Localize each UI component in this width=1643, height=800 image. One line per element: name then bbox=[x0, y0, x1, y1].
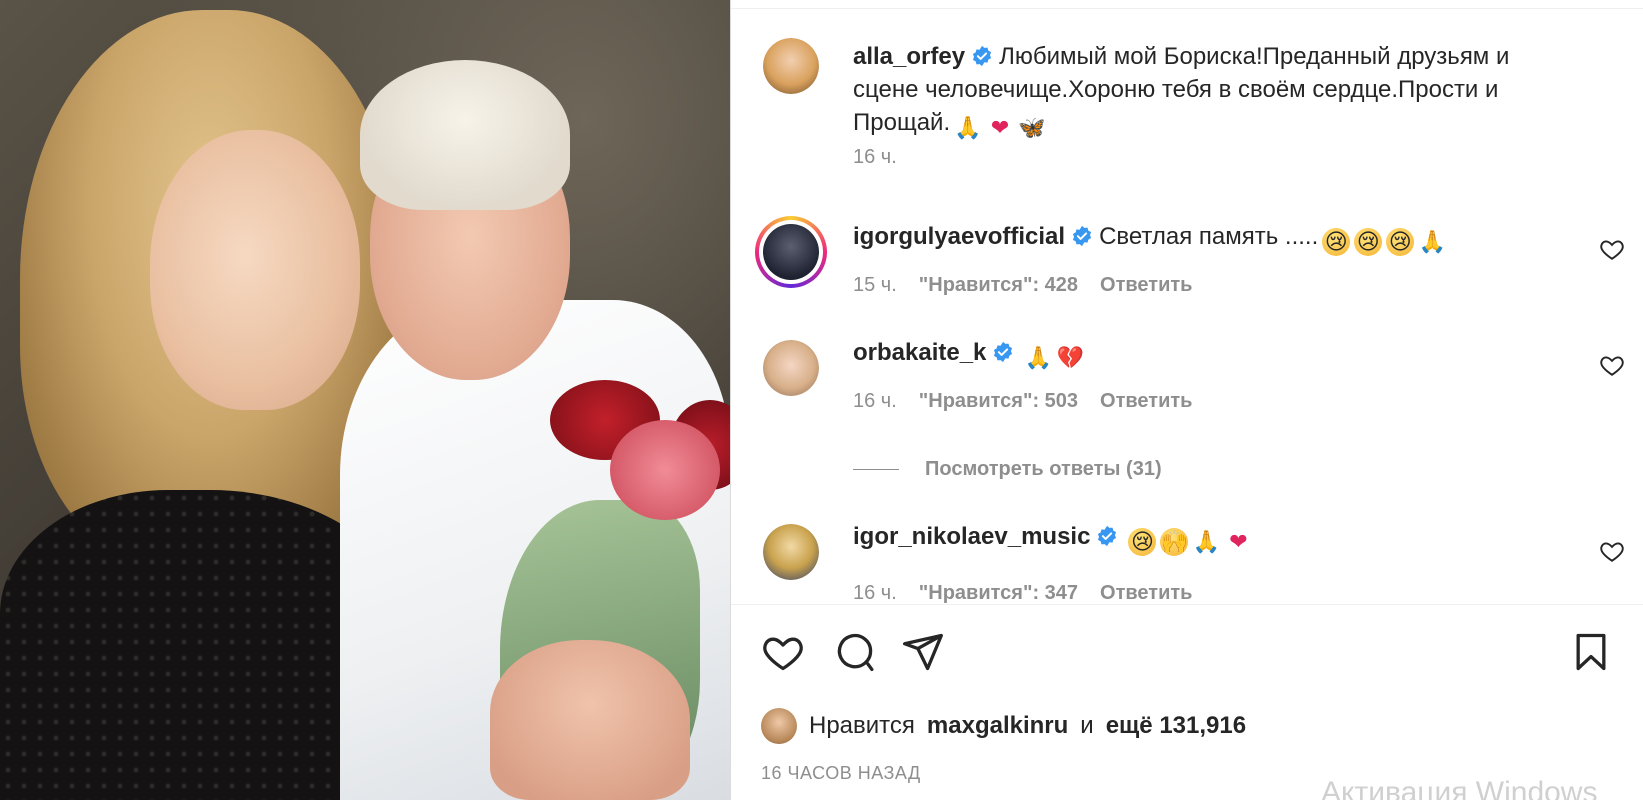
photo-figure-face bbox=[150, 130, 360, 410]
comment-likes[interactable]: "Нравится": 347 bbox=[919, 582, 1078, 603]
pray-emoji: 🙏 bbox=[954, 115, 982, 140]
avatar-image bbox=[763, 524, 819, 580]
post-viewer: alla_orfey Любимый мой Бориска!Преданный … bbox=[0, 0, 1643, 800]
comment-time[interactable]: 16 ч. bbox=[853, 582, 897, 603]
comment-row: igor_nikolaev_music 😢 🙌 🙏 ❤ bbox=[853, 520, 1252, 556]
likes-prefix: Нравится bbox=[809, 712, 915, 739]
comment-text: Светлая память ..... bbox=[1099, 223, 1319, 250]
top-border bbox=[731, 8, 1643, 9]
view-replies-label: Посмотреть ответы (31) bbox=[925, 458, 1162, 480]
sad-emoji: 😢 bbox=[1354, 228, 1383, 256]
sad-emoji: 😢 bbox=[1322, 228, 1351, 256]
caption-meta: 16 ч. bbox=[853, 146, 897, 169]
avatar[interactable] bbox=[763, 524, 819, 580]
comment-time[interactable]: 16 ч. bbox=[853, 390, 897, 413]
photo-figure-hair-2 bbox=[360, 60, 570, 210]
caption-text-block: alla_orfey Любимый мой Бориска!Преданный … bbox=[853, 40, 1573, 142]
likes-count[interactable]: ещё 131,916 bbox=[1106, 712, 1246, 740]
raised-hands-emoji: 🙌 bbox=[1160, 528, 1189, 556]
likes-middle: и bbox=[1080, 712, 1094, 739]
replies-line bbox=[853, 469, 899, 470]
post-photo[interactable] bbox=[0, 0, 730, 800]
liker-username[interactable]: maxgalkinru bbox=[927, 712, 1068, 740]
comments-list[interactable]: alla_orfey Любимый мой Бориска!Преданный … bbox=[731, 10, 1643, 603]
like-comment-heart-icon[interactable] bbox=[1599, 236, 1625, 262]
action-bar bbox=[731, 628, 1643, 672]
pray-emoji: 🙏 bbox=[1418, 229, 1446, 254]
like-comment-heart-icon[interactable] bbox=[1599, 538, 1625, 564]
butterfly-emoji: 🦋 bbox=[1018, 115, 1046, 140]
comment-likes[interactable]: "Нравится": 503 bbox=[919, 390, 1078, 413]
broken-heart-emoji: 💔 bbox=[1056, 345, 1085, 370]
heart-emoji: ❤ bbox=[990, 115, 1010, 140]
reply-button[interactable]: Ответить bbox=[1100, 582, 1192, 603]
caption-username[interactable]: alla_orfey bbox=[853, 43, 965, 70]
actions-divider bbox=[731, 604, 1643, 605]
liker-avatar[interactable] bbox=[761, 708, 797, 744]
photo-hand bbox=[490, 640, 690, 800]
avatar[interactable] bbox=[763, 340, 819, 396]
verified-badge-icon bbox=[1072, 225, 1092, 247]
heart-icon[interactable] bbox=[761, 630, 805, 674]
comment-row: igorgulyaevofficial Светлая память ..... 😢… bbox=[853, 220, 1446, 256]
comment-username[interactable]: igorgulyaevofficial bbox=[853, 223, 1065, 250]
verified-badge-icon bbox=[1098, 525, 1117, 547]
comment-row: orbakaite_k 🙏 💔 bbox=[853, 336, 1084, 372]
pray-emoji: 🙏 bbox=[1192, 529, 1221, 554]
avatar-image bbox=[763, 224, 819, 280]
view-replies-button[interactable]: Посмотреть ответы (31) bbox=[853, 458, 1162, 481]
paper-plane-icon[interactable] bbox=[901, 630, 945, 674]
verified-badge-icon bbox=[973, 45, 992, 67]
like-comment-heart-icon[interactable] bbox=[1599, 352, 1625, 378]
avatar[interactable] bbox=[763, 38, 819, 94]
comment-username[interactable]: orbakaite_k bbox=[853, 339, 986, 366]
heart-emoji: ❤ bbox=[1229, 529, 1248, 554]
comment-time[interactable]: 15 ч. bbox=[853, 274, 897, 297]
likes-summary[interactable]: Нравится maxgalkinru и ещё 131,916 bbox=[761, 708, 1246, 744]
bookmark-icon[interactable] bbox=[1569, 630, 1613, 674]
comment-bubble-icon[interactable] bbox=[833, 630, 877, 674]
pray-emoji: 🙏 bbox=[1024, 345, 1053, 370]
caption-time[interactable]: 16 ч. bbox=[853, 146, 897, 169]
comment-likes[interactable]: "Нравится": 428 bbox=[919, 274, 1078, 297]
comments-panel: alla_orfey Любимый мой Бориска!Преданный … bbox=[731, 0, 1643, 800]
caption: alla_orfey Любимый мой Бориска!Преданный … bbox=[853, 40, 1573, 142]
avatar-image bbox=[763, 340, 819, 396]
reply-button[interactable]: Ответить bbox=[1100, 274, 1192, 297]
story-ring-avatar[interactable] bbox=[755, 216, 827, 288]
avatar-image bbox=[763, 38, 819, 94]
comment-username[interactable]: igor_nikolaev_music bbox=[853, 523, 1090, 550]
reply-button[interactable]: Ответить bbox=[1100, 390, 1192, 413]
post-timestamp[interactable]: 16 ЧАСОВ НАЗАД bbox=[761, 763, 921, 784]
comment-meta: 16 ч. "Нравится": 347 Ответить bbox=[853, 582, 1192, 603]
comment-meta: 15 ч. "Нравится": 428 Ответить bbox=[853, 274, 1192, 297]
sad-emoji: 😢 bbox=[1128, 528, 1157, 556]
windows-activation-watermark: Активация Windows bbox=[1321, 776, 1598, 800]
verified-badge-icon bbox=[994, 341, 1013, 363]
sad-emoji: 😢 bbox=[1386, 228, 1415, 256]
comment-meta: 16 ч. "Нравится": 503 Ответить bbox=[853, 390, 1192, 413]
rose bbox=[610, 420, 720, 520]
